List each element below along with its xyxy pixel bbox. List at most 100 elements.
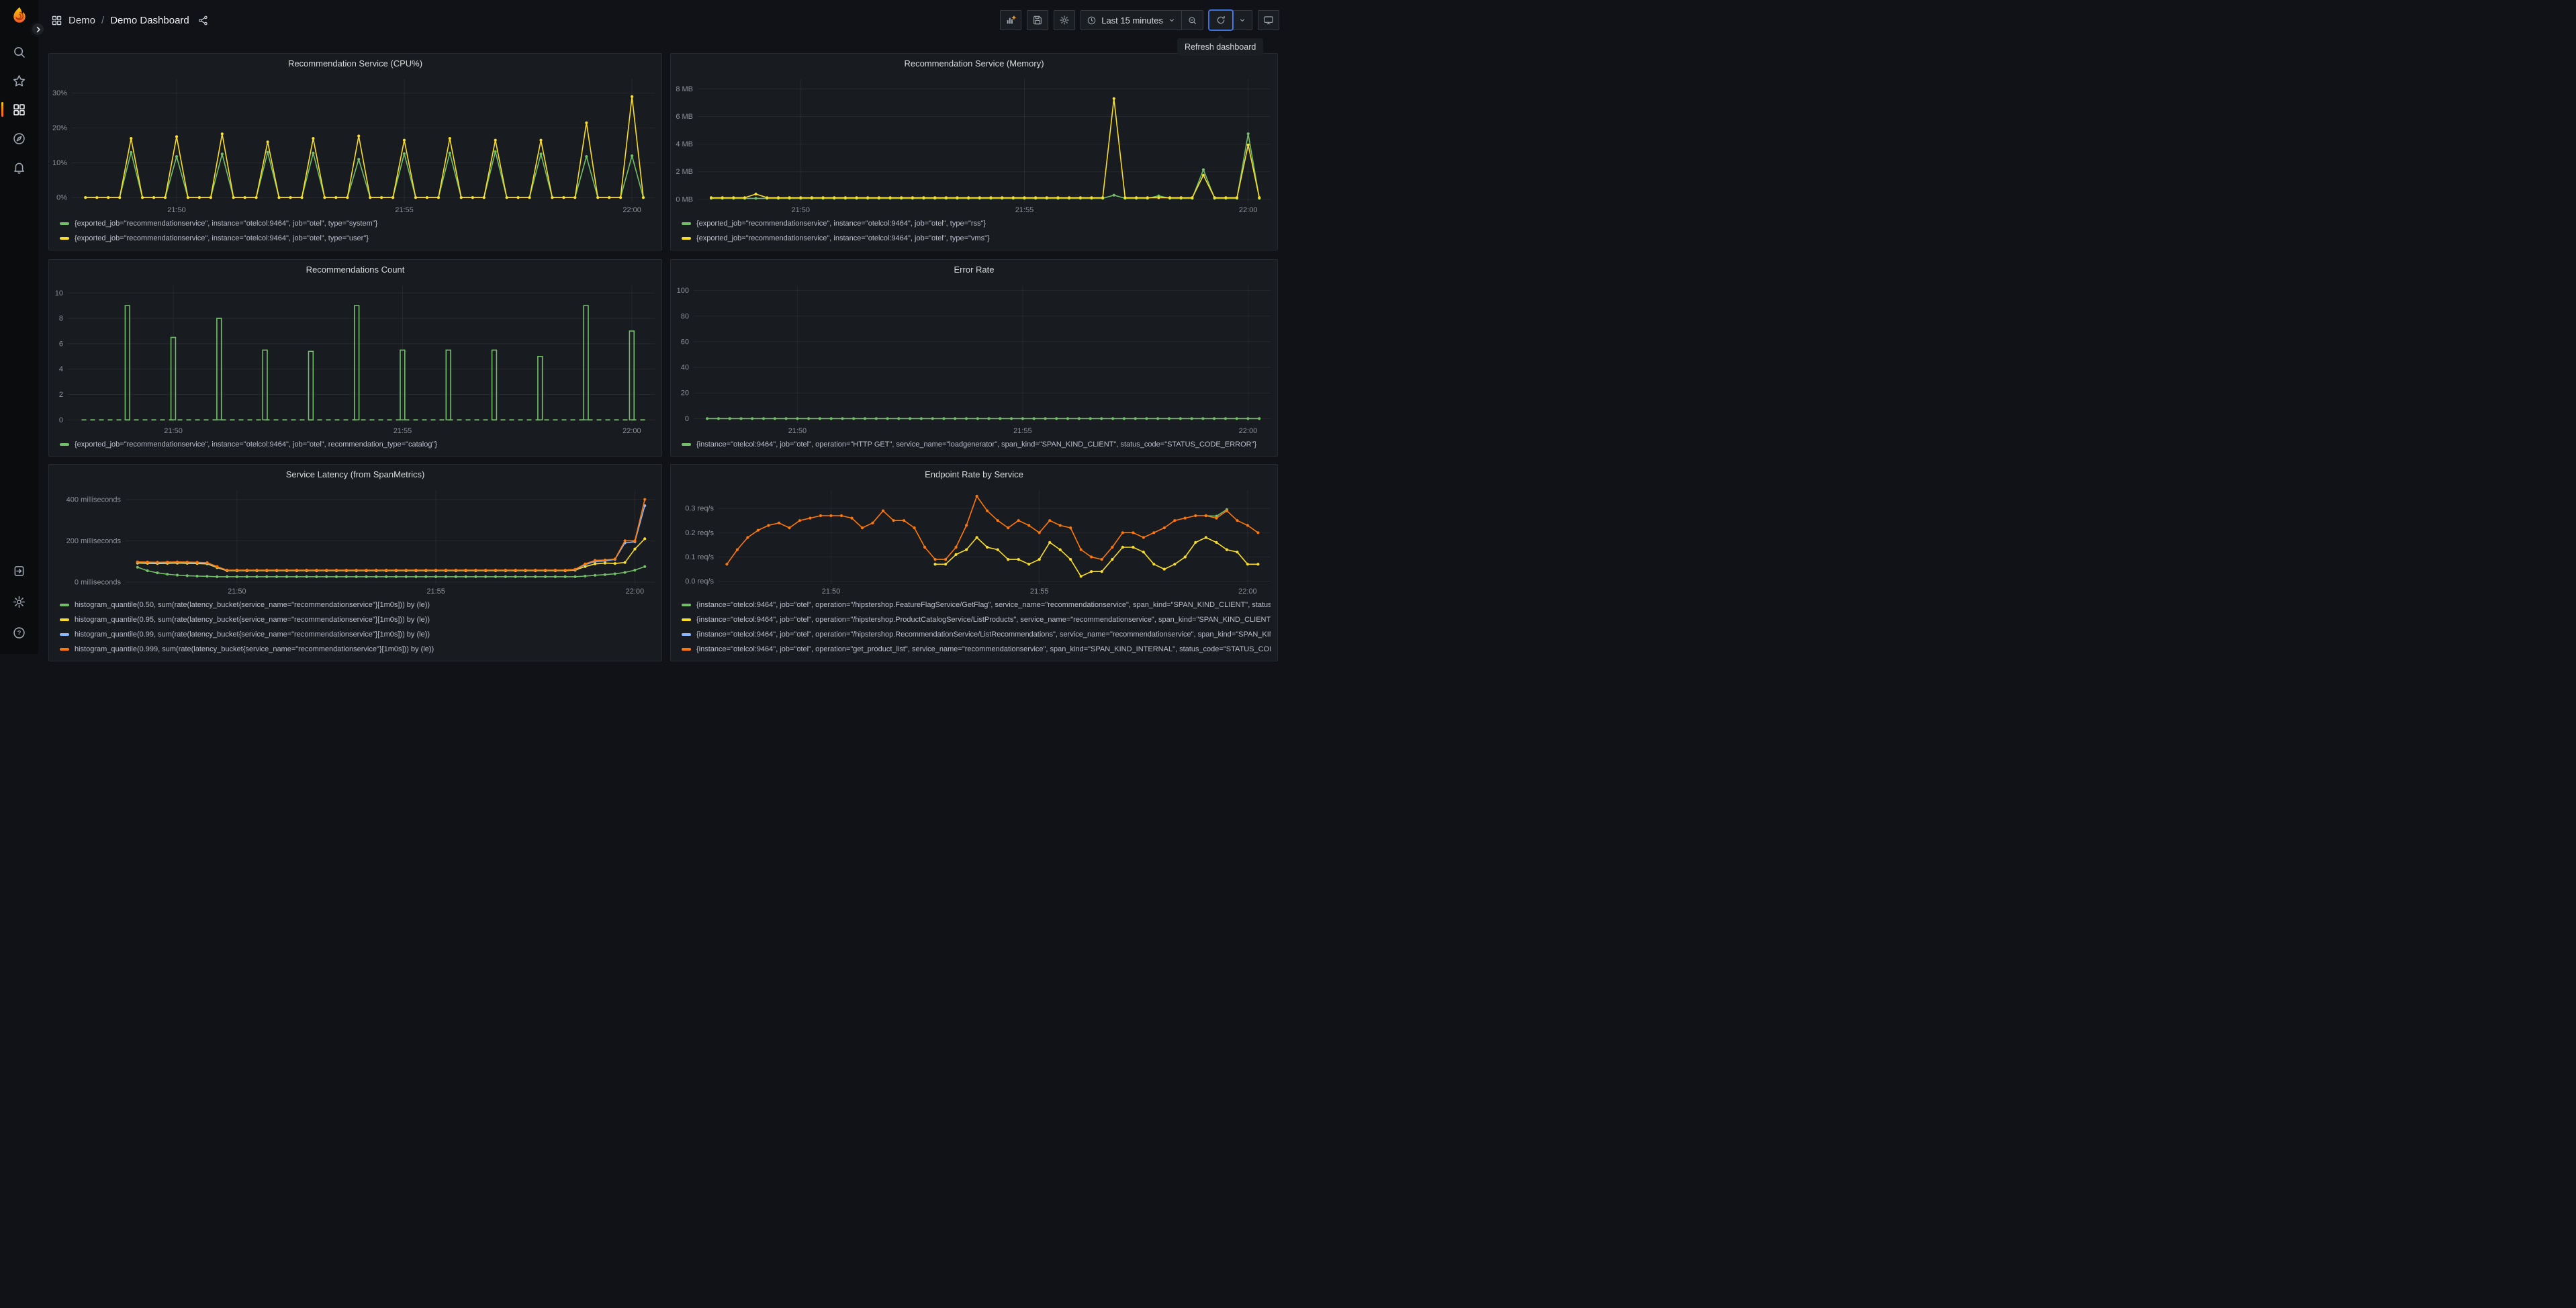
- svg-text:0.3 req/s: 0.3 req/s: [685, 505, 714, 513]
- legend-swatch: [682, 222, 691, 225]
- time-range-picker[interactable]: Last 15 minutes: [1081, 11, 1181, 30]
- svg-text:22:00: 22:00: [623, 206, 641, 214]
- refresh-interval-dropdown[interactable]: [1232, 11, 1252, 30]
- panel-title[interactable]: Error Rate: [671, 260, 1277, 279]
- svg-text:10: 10: [55, 289, 63, 297]
- cycle-view-mode-button[interactable]: [1258, 10, 1279, 30]
- time-range-group: Last 15 minutes: [1080, 10, 1203, 30]
- svg-text:22:00: 22:00: [1239, 206, 1258, 214]
- legend-swatch: [60, 443, 69, 446]
- refresh-group: [1209, 10, 1252, 30]
- legend-item[interactable]: {instance="otelcol:9464", job="otel", op…: [682, 437, 1271, 452]
- svg-text:80: 80: [681, 312, 689, 320]
- legend-item[interactable]: histogram_quantile(0.95, sum(rate(latenc…: [60, 612, 655, 627]
- svg-text:22:00: 22:00: [623, 427, 641, 435]
- panel-title[interactable]: Endpoint Rate by Service: [671, 465, 1277, 483]
- legend-item[interactable]: {exported_job="recommendationservice", i…: [682, 216, 1271, 231]
- svg-text:100: 100: [677, 287, 689, 295]
- breadcrumb-root[interactable]: Demo: [68, 15, 95, 26]
- grafana-logo-icon[interactable]: [10, 6, 29, 25]
- panel-title[interactable]: Recommendation Service (CPU%): [49, 54, 661, 73]
- panel-title[interactable]: Service Latency (from SpanMetrics): [49, 465, 661, 483]
- legend-label: {exported_job="recommendationservice", i…: [75, 220, 378, 228]
- svg-text:22:00: 22:00: [1238, 588, 1257, 596]
- legend-label: {exported_job="recommendationservice", i…: [696, 234, 990, 242]
- legend-item[interactable]: histogram_quantile(0.999, sum(rate(laten…: [60, 642, 655, 657]
- share-alt-icon[interactable]: [197, 15, 209, 26]
- panel-recommendations-count: Recommendations Count 21:50 21:55 22:00 0 2 4…: [48, 259, 662, 457]
- panel-title[interactable]: Recommendations Count: [49, 260, 661, 279]
- svg-text:0.2 req/s: 0.2 req/s: [685, 529, 714, 537]
- legend-label: histogram_quantile(0.50, sum(rate(latenc…: [75, 601, 430, 609]
- svg-text:60: 60: [681, 338, 689, 346]
- svg-text:2: 2: [59, 391, 63, 399]
- sidebar-item-explore[interactable]: [6, 129, 33, 148]
- legend-swatch: [682, 604, 691, 606]
- svg-text:21:55: 21:55: [394, 427, 412, 435]
- legend-swatch: [60, 604, 69, 606]
- legend-item[interactable]: {instance="otelcol:9464", job="otel", op…: [682, 612, 1271, 627]
- breadcrumb-separator: /: [101, 14, 105, 26]
- legend-swatch: [60, 237, 69, 240]
- error-rate-chart[interactable]: 21:50 21:55 22:00 0 20 40 60 80 100: [671, 279, 1277, 436]
- save-dashboard-button[interactable]: [1027, 10, 1049, 30]
- chevron-down-icon: [1168, 16, 1176, 24]
- panel-legend: {exported_job="recommendationservice", i…: [671, 215, 1277, 250]
- legend-label: histogram_quantile(0.99, sum(rate(latenc…: [75, 630, 430, 639]
- expand-sidebar-button[interactable]: [30, 21, 46, 37]
- svg-text:8 MB: 8 MB: [676, 85, 693, 93]
- panel-legend: {exported_job="recommendationservice", i…: [49, 436, 661, 456]
- legend-item[interactable]: {exported_job="recommendationservice", i…: [60, 216, 655, 231]
- legend-item[interactable]: {instance="otelcol:9464", job="otel", op…: [682, 598, 1271, 612]
- legend-label: histogram_quantile(0.999, sum(rate(laten…: [75, 645, 434, 653]
- panel-service-latency: Service Latency (from SpanMetrics) 21:50…: [48, 464, 662, 661]
- sidebar-item-alerting[interactable]: [6, 158, 33, 177]
- legend-item[interactable]: {instance="otelcol:9464", job="otel", op…: [682, 627, 1271, 642]
- svg-text:21:55: 21:55: [395, 206, 414, 214]
- memory-chart[interactable]: 21:50 21:55 22:00 0 MB 2 MB 4 MB 6 MB 8 MB: [671, 73, 1277, 215]
- zoom-out-time-range-button[interactable]: [1181, 11, 1203, 30]
- sidebar-item-help[interactable]: ?: [6, 623, 33, 642]
- legend-item[interactable]: histogram_quantile(0.50, sum(rate(latenc…: [60, 598, 655, 612]
- svg-text:30%: 30%: [52, 89, 67, 97]
- sidebar-item-search[interactable]: [6, 42, 33, 61]
- panel-legend: histogram_quantile(0.50, sum(rate(latenc…: [49, 596, 661, 661]
- legend-swatch: [60, 648, 69, 651]
- recommendations-count-chart[interactable]: 21:50 21:55 22:00 0 2 4 6 8 10: [49, 279, 661, 436]
- svg-text:21:50: 21:50: [792, 206, 811, 214]
- svg-text:22:00: 22:00: [626, 588, 645, 596]
- svg-text:0: 0: [685, 415, 689, 423]
- refresh-dashboard-button[interactable]: [1209, 11, 1232, 30]
- legend-item[interactable]: {exported_job="recommendationservice", i…: [60, 437, 655, 452]
- sidebar-item-starred[interactable]: [6, 71, 33, 90]
- legend-item[interactable]: {instance="otelcol:9464", job="otel", op…: [682, 642, 1271, 657]
- clock-icon: [1087, 15, 1097, 26]
- refresh-dashboard-tooltip: Refresh dashboard: [1177, 35, 1264, 56]
- legend-label: {instance="otelcol:9464", job="otel", op…: [696, 630, 1271, 639]
- legend-label: {instance="otelcol:9464", job="otel", op…: [696, 601, 1271, 609]
- legend-swatch: [682, 618, 691, 621]
- service-latency-chart[interactable]: 21:50 21:55 22:00 0 milliseconds 200 millise…: [49, 483, 661, 596]
- svg-text:0 MB: 0 MB: [676, 195, 693, 203]
- cpu-chart[interactable]: 21:50 21:55 22:00 0% 10% 20% 30%: [49, 73, 661, 215]
- endpoint-rate-chart[interactable]: 21:50 21:55 22:00 0.0 req/s 0.1 req/s 0.2 req…: [671, 483, 1277, 596]
- svg-text:6: 6: [59, 340, 63, 348]
- svg-text:21:55: 21:55: [426, 588, 445, 596]
- legend-item[interactable]: histogram_quantile(0.99, sum(rate(latenc…: [60, 627, 655, 642]
- legend-swatch: [682, 237, 691, 240]
- legend-label: histogram_quantile(0.95, sum(rate(latenc…: [75, 616, 430, 624]
- legend-label: {exported_job="recommendationservice", i…: [75, 440, 438, 449]
- sidebar-item-dashboards[interactable]: [1, 100, 33, 119]
- dashboard-settings-button[interactable]: [1054, 10, 1076, 30]
- sidebar-top-group: [1, 25, 33, 187]
- svg-text:21:50: 21:50: [788, 427, 807, 435]
- sidebar-item-settings[interactable]: [6, 592, 33, 611]
- svg-text:21:55: 21:55: [1015, 206, 1034, 214]
- sidebar-item-sign-in[interactable]: [6, 561, 33, 580]
- legend-item[interactable]: {exported_job="recommendationservice", i…: [60, 231, 655, 246]
- legend-item[interactable]: {exported_job="recommendationservice", i…: [682, 231, 1271, 246]
- panel-error-rate: Error Rate 21:50 21:55 22:00 0 20 40 60 80 100 {…: [670, 259, 1278, 457]
- legend-label: {exported_job="recommendationservice", i…: [696, 220, 986, 228]
- panel-title[interactable]: Recommendation Service (Memory): [671, 54, 1277, 73]
- add-panel-button[interactable]: [1000, 10, 1022, 30]
